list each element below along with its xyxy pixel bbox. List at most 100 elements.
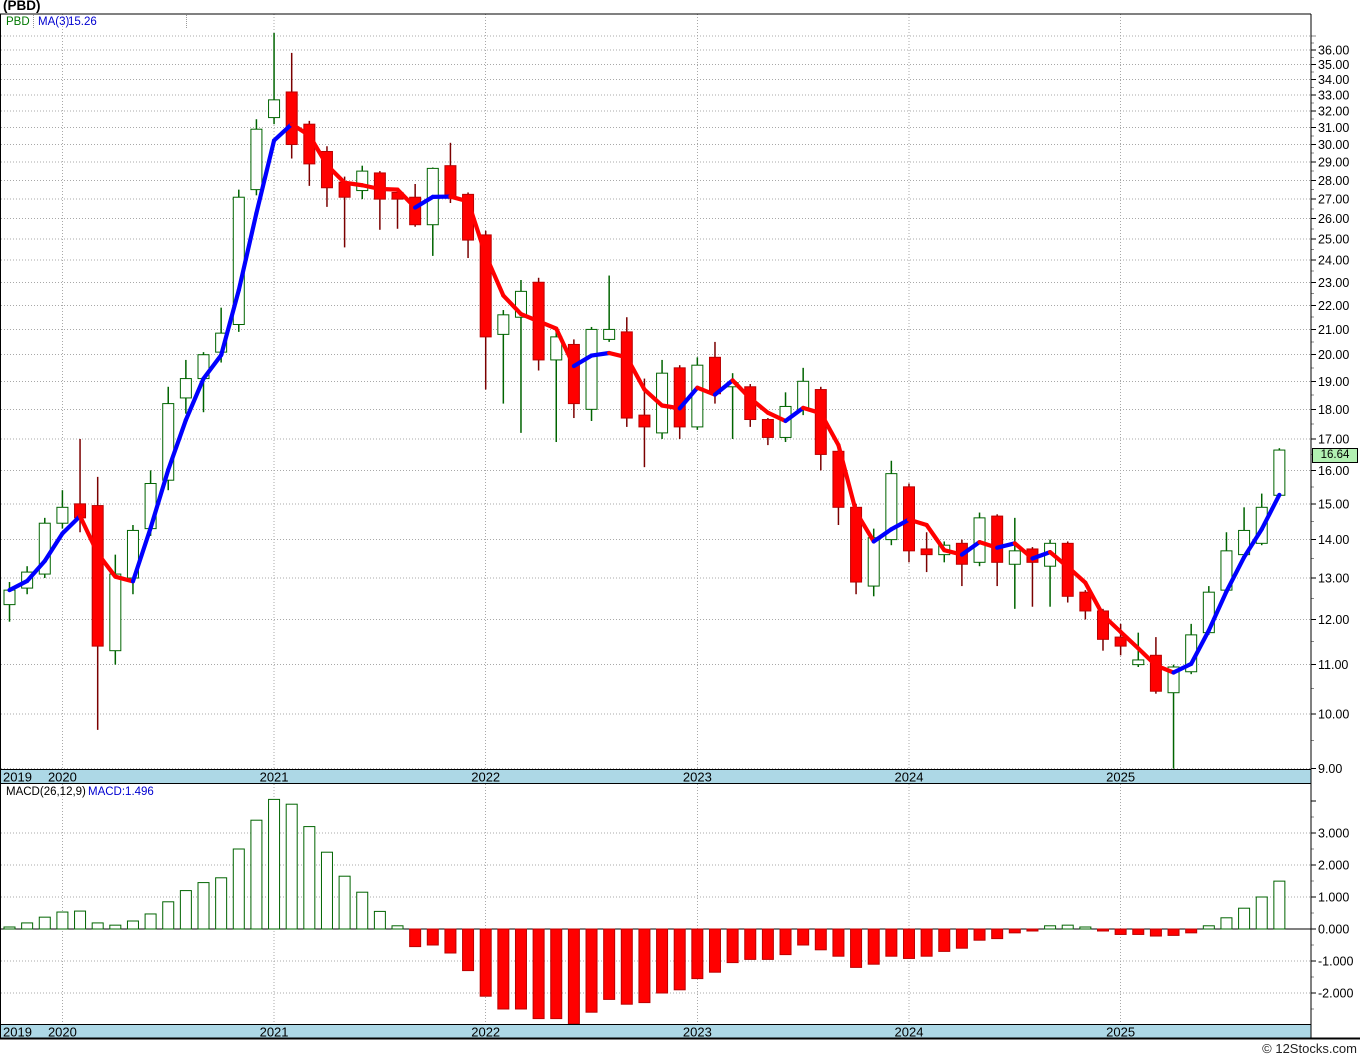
macd-bar [1167,928,1180,936]
macd-bar [1273,880,1286,930]
macd-bar [179,890,192,930]
macd-bar [391,925,404,930]
macd-bar [462,928,475,972]
candle [285,52,298,159]
price-axis-label: 13.00 [1318,572,1349,586]
macd-bar [955,928,968,949]
candle [955,539,968,587]
macd-bar [708,928,721,973]
macd-bar [973,928,986,941]
legend-separator [33,15,34,28]
candle [991,514,1004,587]
macd-bar [356,891,369,930]
macd-value-label: MACD:1.496 [88,786,154,798]
year-label: 2022 [471,770,500,785]
ma-value: 15.26 [68,16,97,28]
price-axis-label: 20.00 [1318,348,1349,362]
symbol-label: PBD [6,16,30,28]
price-axis-label: 31.00 [1318,121,1349,135]
year-label: 2024 [895,1025,924,1040]
price-axis-label: 18.00 [1318,403,1349,417]
price-axis-label: 26.00 [1318,212,1349,226]
macd-bar [1079,926,1092,930]
macd-bar [938,928,951,952]
price-axis-label: 27.00 [1318,193,1349,207]
macd-bar [250,819,263,930]
candle [1079,590,1092,620]
macd-bar [197,882,210,930]
macd-bar [56,911,69,930]
macd-bar [726,928,739,964]
macd-bar [109,924,122,930]
price-axis-label: 17.00 [1318,432,1349,446]
copyright: © 12Stocks.com [1262,1041,1357,1056]
macd-bar [1220,917,1233,930]
macd-bar [21,922,34,930]
macd-bar [1114,928,1127,935]
price-axis-label: 22.00 [1318,299,1349,313]
macd-bar [303,826,316,930]
candle [567,339,580,419]
macd-bar [867,928,880,965]
macd-bar [761,928,774,960]
macd-bar [567,928,580,1025]
candle [426,167,439,256]
candle [761,418,774,446]
macd-bar [673,928,686,991]
last-price-badge: 16.64 [1312,448,1358,463]
price-axis-label: 28.00 [1318,174,1349,188]
macd-bar [779,928,792,956]
macd-bar [991,928,1004,940]
macd-bar [444,928,457,954]
ma-label: MA(3) [38,16,70,28]
candle [56,490,69,529]
candle [356,165,369,200]
year-label: 2023 [683,1025,712,1040]
macd-bar [744,928,757,960]
candle [268,33,281,125]
macd-bar [320,851,333,930]
macd-bar [1238,907,1251,930]
candle [585,326,598,421]
macd-bar [232,848,245,930]
candle [126,525,139,595]
price-axis-label: 14.00 [1318,533,1349,547]
year-label: 2019 [3,770,32,785]
candle [373,171,386,230]
stock-chart-app: 2019 2020 2021 2022 2023 2024 2025 2019 2020 2021… [0,0,1360,1056]
macd-bar [691,928,704,980]
macd-bar [1044,925,1057,930]
candle [814,386,827,471]
macd-bar [832,928,845,957]
macd-bar [920,928,933,957]
macd-bar [603,928,616,1000]
macd-bar [1149,928,1162,937]
macd-bar [656,928,669,994]
macd-bar [373,910,386,930]
candle [250,119,263,196]
price-axis-label: 33.00 [1318,89,1349,103]
year-label: 2021 [260,1025,289,1040]
macd-bar [1185,928,1198,934]
price-axis-label: 21.00 [1318,323,1349,337]
price-axis-label: 30.00 [1318,138,1349,152]
price-axis-label: 25.00 [1318,233,1349,247]
year-label: 2021 [260,770,289,785]
macd-params-label: MACD(26,12,9) [6,786,86,798]
candle [514,280,527,433]
price-axis-label: 23.00 [1318,276,1349,290]
candle [1044,539,1057,607]
page-title: (PBD) [3,0,41,13]
macd-bar [814,928,827,951]
macd-bar [550,928,563,1020]
macd-bar [338,875,351,930]
candle [38,517,51,579]
price-axis-label: 11.00 [1318,658,1348,672]
macd-bar [797,928,810,946]
macd-bar [1026,928,1039,932]
chart-canvas[interactable]: 2019 2020 2021 2022 2023 2024 2025 2019 2020 2021… [0,0,1360,1056]
macd-bar [1255,896,1268,930]
year-label: 2022 [471,1025,500,1040]
macd-bar [620,928,633,1005]
macd-bar [850,928,863,968]
